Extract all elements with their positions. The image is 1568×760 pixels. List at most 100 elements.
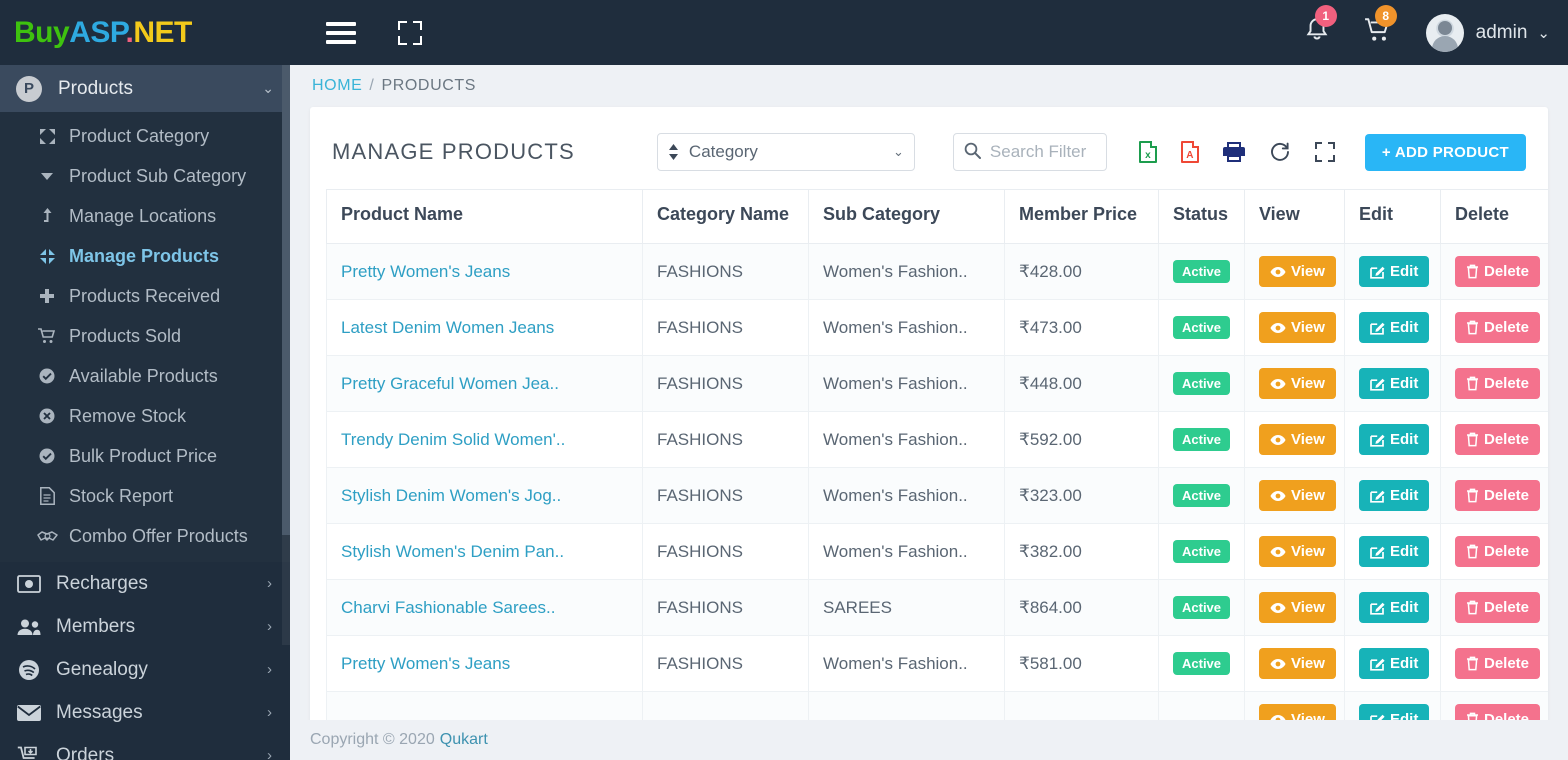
- products-card: MANAGE PRODUCTS Category ⌄ Search Filter…: [310, 107, 1548, 740]
- delete-button[interactable]: Delete: [1455, 312, 1541, 343]
- product-name-link[interactable]: Pretty Women's Jeans: [341, 654, 510, 673]
- cell-view: View: [1244, 635, 1345, 692]
- footer-link[interactable]: Qukart: [440, 731, 488, 749]
- edit-button[interactable]: Edit: [1359, 256, 1430, 287]
- column-header-product-name[interactable]: Product Name: [326, 189, 643, 244]
- product-name-link[interactable]: Latest Denim Women Jeans: [341, 318, 554, 337]
- column-header-edit[interactable]: Edit: [1344, 189, 1441, 244]
- sidebar-item-remove-stock[interactable]: Remove Stock: [0, 396, 290, 436]
- view-button[interactable]: View: [1259, 648, 1336, 679]
- sidebar-scrollbar-thumb[interactable]: [282, 65, 290, 535]
- view-button[interactable]: View: [1259, 424, 1336, 455]
- cell-status: Active: [1158, 467, 1245, 524]
- sidebar-item-genealogy[interactable]: Genealogy ›: [0, 648, 290, 691]
- column-header-view[interactable]: View: [1244, 189, 1345, 244]
- view-button[interactable]: View: [1259, 368, 1336, 399]
- edit-button[interactable]: Edit: [1359, 592, 1430, 623]
- hamburger-icon[interactable]: [326, 21, 356, 44]
- print-icon[interactable]: [1222, 142, 1245, 162]
- breadcrumb-separator: /: [369, 77, 375, 94]
- brand-text: BuyASP.NET: [14, 16, 192, 50]
- view-button[interactable]: View: [1259, 480, 1336, 511]
- sidebar-item-products-received[interactable]: Products Received: [0, 276, 290, 316]
- cell-product-name: Pretty Women's Jeans: [326, 243, 643, 300]
- delete-button[interactable]: Delete: [1455, 536, 1541, 567]
- check-circle-icon: [36, 368, 58, 384]
- product-name-link[interactable]: Pretty Women's Jeans: [341, 262, 510, 281]
- category-filter[interactable]: Category ⌄: [656, 133, 915, 171]
- cell-product-name: Trendy Denim Solid Women'..: [326, 411, 643, 468]
- delete-button[interactable]: Delete: [1455, 424, 1541, 455]
- delete-button[interactable]: Delete: [1455, 648, 1541, 679]
- cell-view: View: [1244, 411, 1345, 468]
- sidebar-item-product-category[interactable]: Product Category: [0, 116, 290, 156]
- sidebar-item-products-sold[interactable]: Products Sold: [0, 316, 290, 356]
- view-button[interactable]: View: [1259, 256, 1336, 287]
- column-header-sub-category[interactable]: Sub Category: [808, 189, 1005, 244]
- cell-member-price: ₹428.00: [1004, 243, 1159, 300]
- avatar[interactable]: [1425, 13, 1464, 52]
- add-product-button[interactable]: + ADD PRODUCT: [1364, 133, 1526, 171]
- sidebar-item-available-products[interactable]: Available Products: [0, 356, 290, 396]
- column-header-category-name[interactable]: Category Name: [642, 189, 809, 244]
- caret-down-icon: [36, 169, 58, 183]
- column-header-status[interactable]: Status: [1158, 189, 1245, 244]
- product-name-link[interactable]: Stylish Denim Women's Jog..: [341, 486, 561, 505]
- sidebar-item-stock-report[interactable]: Stock Report: [0, 476, 290, 516]
- search-input[interactable]: [989, 142, 1096, 162]
- brand-logo[interactable]: BuyASP.NET: [0, 0, 290, 65]
- excel-export-icon[interactable]: x: [1138, 141, 1157, 163]
- refresh-icon[interactable]: [1269, 141, 1291, 163]
- sidebar-item-members[interactable]: Members ›: [0, 605, 290, 648]
- times-circle-icon: [36, 408, 58, 424]
- sidebar-item-manage-locations[interactable]: Manage Locations: [0, 196, 290, 236]
- column-header-member-price[interactable]: Member Price: [1004, 189, 1159, 244]
- cell-member-price: ₹382.00: [1004, 523, 1159, 580]
- chevron-right-icon: ›: [267, 704, 272, 721]
- view-button[interactable]: View: [1259, 592, 1336, 623]
- view-button[interactable]: View: [1259, 536, 1336, 567]
- table-head: Product Name Category Name Sub Category Mem…: [326, 189, 1548, 244]
- view-button[interactable]: View: [1259, 312, 1336, 343]
- sidebar-item-messages[interactable]: Messages ›: [0, 691, 290, 734]
- expand-icon[interactable]: [398, 20, 422, 45]
- cart-button[interactable]: 8: [1364, 5, 1397, 49]
- delete-button[interactable]: Delete: [1455, 368, 1541, 399]
- sidebar-item-combo-offer-products[interactable]: Combo Offer Products: [0, 516, 290, 556]
- edit-button[interactable]: Edit: [1359, 312, 1430, 343]
- search-filter[interactable]: [952, 133, 1107, 171]
- fullscreen-icon[interactable]: [1314, 142, 1335, 162]
- sidebar-item-manage-products[interactable]: Manage Products: [0, 236, 290, 276]
- edit-button[interactable]: Edit: [1359, 536, 1430, 567]
- user-name[interactable]: admin: [1476, 22, 1528, 44]
- edit-button[interactable]: Edit: [1359, 424, 1430, 455]
- cell-delete: Delete: [1440, 635, 1548, 692]
- breadcrumb-home[interactable]: HOME: [312, 77, 362, 95]
- header-right-cluster: 1 8 admin ⌄: [1304, 5, 1568, 52]
- pdf-export-icon[interactable]: A: [1180, 141, 1199, 163]
- cell-status: Active: [1158, 579, 1245, 636]
- chevron-down-icon[interactable]: ⌄: [1537, 24, 1550, 42]
- sidebar-item-bulk-product-price[interactable]: Bulk Product Price: [0, 436, 290, 476]
- column-header-delete[interactable]: Delete: [1440, 189, 1548, 244]
- delete-button[interactable]: Delete: [1455, 256, 1541, 287]
- sidebar-item-orders[interactable]: Orders ›: [0, 734, 290, 760]
- product-name-link[interactable]: Stylish Women's Denim Pan..: [341, 542, 564, 561]
- product-name-link[interactable]: Charvi Fashionable Sarees..: [341, 598, 556, 617]
- sidebar-item-label: Remove Stock: [69, 405, 187, 426]
- sidebar-item-recharges[interactable]: Recharges ›: [0, 562, 290, 605]
- edit-button[interactable]: Edit: [1359, 648, 1430, 679]
- edit-button[interactable]: Edit: [1359, 368, 1430, 399]
- delete-button[interactable]: Delete: [1455, 592, 1541, 623]
- delete-button[interactable]: Delete: [1455, 480, 1541, 511]
- sidebar-group-products[interactable]: P Products ⌄: [0, 65, 290, 112]
- notifications-button[interactable]: 1: [1304, 5, 1337, 49]
- status-badge: Active: [1173, 484, 1231, 507]
- product-name-link[interactable]: Pretty Graceful Women Jea..: [341, 374, 559, 393]
- cell-edit: Edit: [1344, 411, 1441, 468]
- sidebar-item-product-sub-category[interactable]: Product Sub Category: [0, 156, 290, 196]
- view-label: View: [1291, 599, 1325, 616]
- product-name-link[interactable]: Trendy Denim Solid Women'..: [341, 430, 565, 449]
- edit-button[interactable]: Edit: [1359, 480, 1430, 511]
- view-label: View: [1291, 319, 1325, 336]
